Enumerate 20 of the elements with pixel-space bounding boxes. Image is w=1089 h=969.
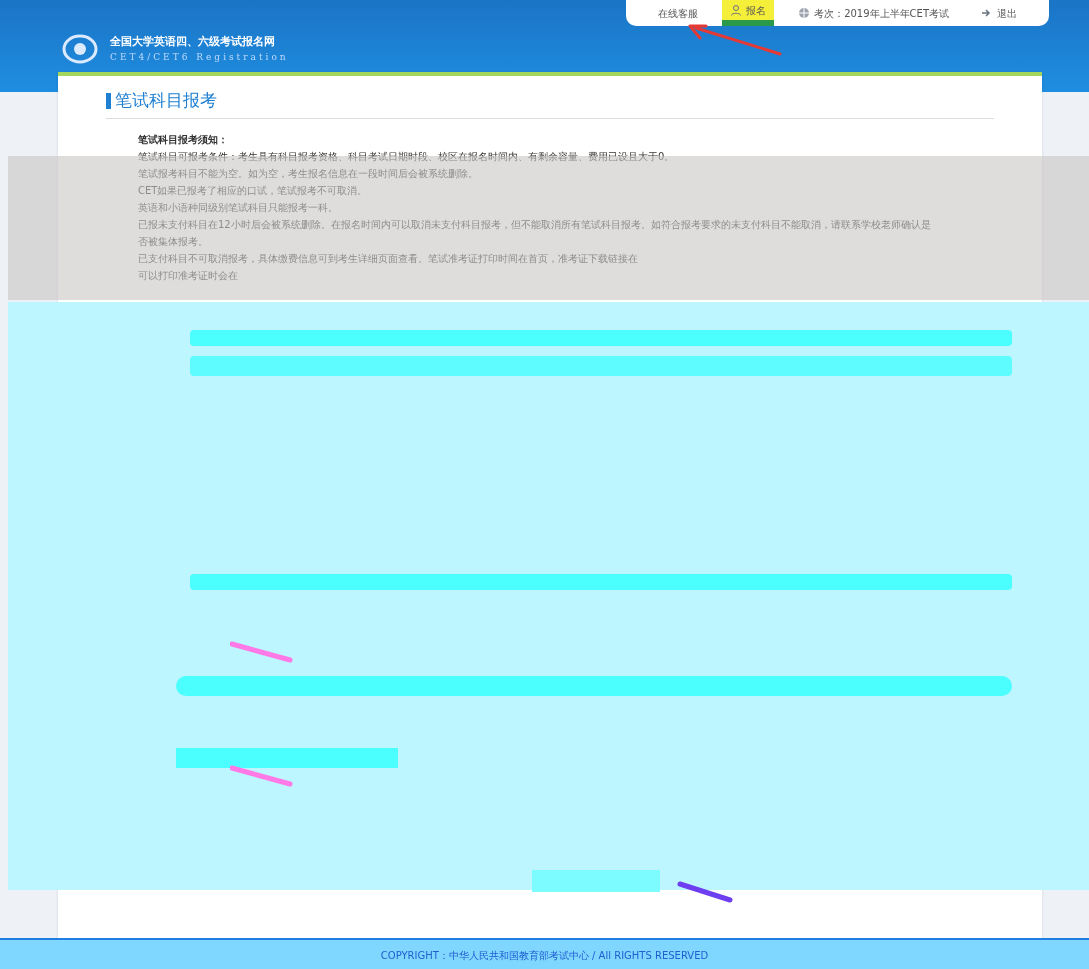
- logo-icon: [62, 34, 98, 64]
- copyright-text: COPYRIGHT：中华人民共和国教育部考试中心 / All RIGHTS RESERVED: [380, 949, 709, 963]
- user-icon: [730, 4, 743, 16]
- notice-text: CET如果已报考了相应的口试，笔试报考不可取消。: [138, 183, 369, 198]
- notice-text: 笔试科目可报考条件：考生具有科目报考资格、科目考试日期时段、校区在报名时间内、有剩余容量、费用已设且大于0。: [138, 149, 676, 164]
- notice-heading: 笔试科目报考须知：: [138, 132, 229, 147]
- submit-button[interactable]: [532, 870, 660, 892]
- notice-text: 可以打印准考证时会在: [138, 268, 239, 283]
- nav-link[interactable]: 退出: [973, 0, 1025, 26]
- arrow-icon: [686, 22, 782, 56]
- site-subtitle: CET4/CET6 Registration: [110, 50, 289, 64]
- notice-text: 已报未支付科目在12小时后会被系统删除。在报名时间内可以取消未支付科目报考，但不能取消所有笔试科目报考。如符合报考要求的未支付科目不能取消，请联系学校老师确认是否被集体报考。: [138, 217, 932, 249]
- globe-icon: [798, 7, 811, 19]
- title-marker: [106, 92, 111, 109]
- logout-icon: [981, 8, 993, 18]
- section-title-text: 笔试科目报考: [115, 89, 217, 112]
- site-title: 全国大学英语四、六级考试报名网: [110, 34, 276, 50]
- nav-link[interactable]: 考次：2019年上半年CET考试: [790, 0, 957, 26]
- nav-link[interactable]: 在线客服: [650, 0, 707, 26]
- nav-link[interactable]: 报名: [722, 0, 775, 26]
